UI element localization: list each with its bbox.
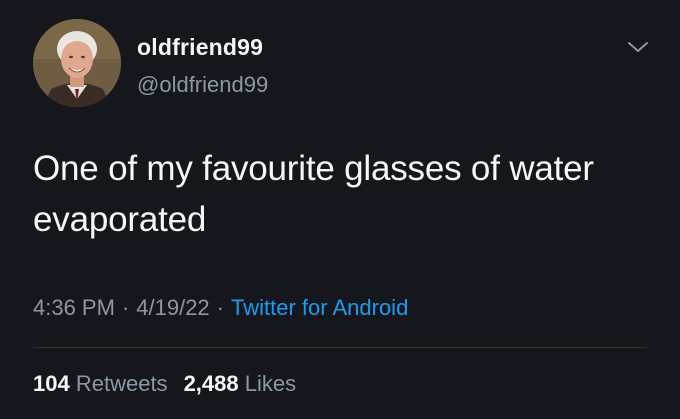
- display-name[interactable]: oldfriend99: [137, 34, 263, 61]
- retweets-label: Retweets: [75, 371, 168, 396]
- user-handle[interactable]: @oldfriend99: [137, 72, 268, 98]
- avatar[interactable]: [33, 19, 121, 107]
- tweet-source-link[interactable]: Twitter for Android: [231, 295, 408, 320]
- retweets-count: 104: [33, 371, 70, 396]
- tweet-stats: 104 Retweets 2,488 Likes: [33, 371, 296, 397]
- likes-label: Likes: [244, 371, 297, 396]
- profile-photo-icon: [33, 19, 121, 107]
- retweets-stat[interactable]: 104 Retweets: [33, 371, 168, 396]
- likes-stat[interactable]: 2,488 Likes: [184, 371, 297, 396]
- tweet-date[interactable]: 4/19/22: [136, 295, 209, 320]
- likes-count: 2,488: [183, 371, 239, 396]
- tweet-menu-button[interactable]: [625, 36, 651, 58]
- meta-separator: ·: [216, 295, 224, 320]
- tweet-card: oldfriend99 @oldfriend99 One of my favou…: [0, 0, 680, 419]
- meta-separator: ·: [121, 295, 130, 320]
- chevron-down-icon: [628, 42, 648, 52]
- tweet-text: One of my favourite glasses of water eva…: [33, 149, 594, 239]
- divider: [33, 347, 647, 348]
- tweet-time[interactable]: 4:36 PM: [33, 295, 115, 320]
- tweet-meta: 4:36 PM · 4/19/22 · Twitter for Android: [33, 295, 408, 321]
